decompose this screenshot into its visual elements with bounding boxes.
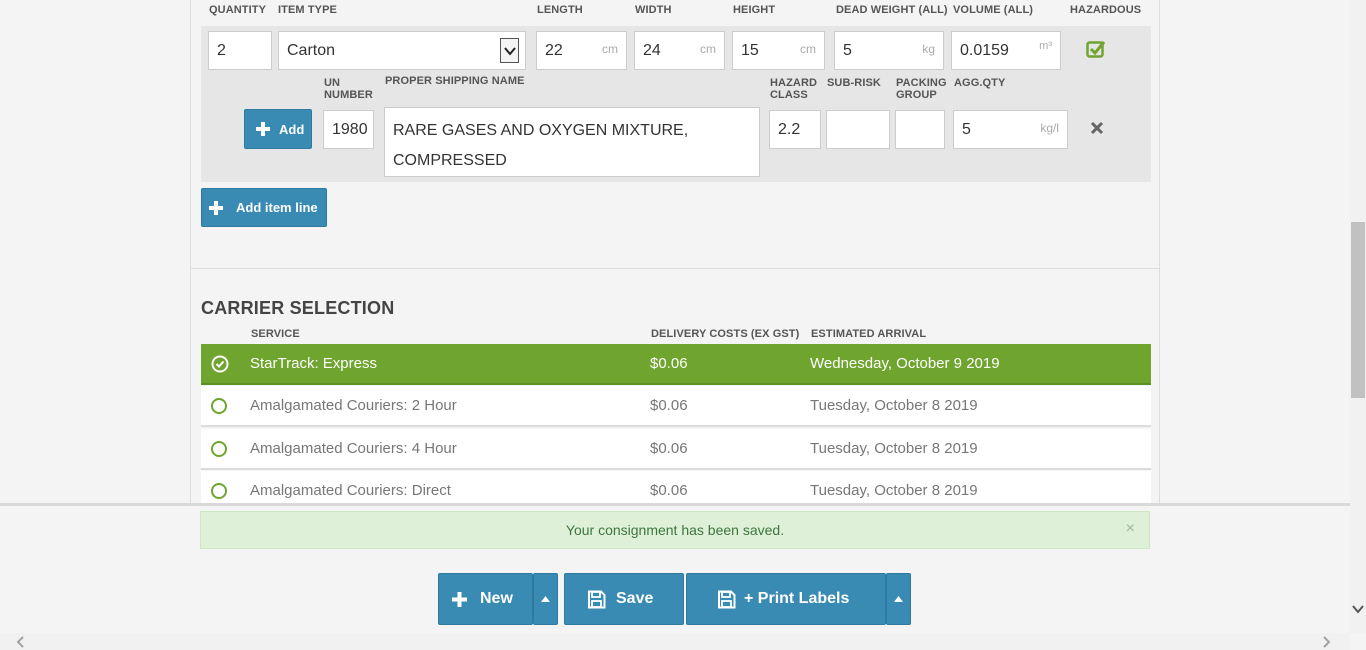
- agg-qty-header: AGG.QTY: [954, 77, 1006, 89]
- vertical-scroll-thumb[interactable]: [1351, 222, 1365, 398]
- carrier-arrival: Wednesday, October 9 2019: [810, 355, 1000, 372]
- add-item-line-button[interactable]: Add item line: [201, 188, 327, 227]
- proper-shipping-name-value: RARE GASES AND OXYGEN MIXTURE, COMPRESSE…: [393, 122, 689, 169]
- print-labels-button[interactable]: + Print Labels: [686, 573, 886, 625]
- height-unit: cm: [800, 42, 816, 56]
- horizontal-scrollbar[interactable]: [0, 633, 1350, 650]
- remove-hazard-icon[interactable]: [1090, 121, 1104, 140]
- chevron-down-icon[interactable]: [500, 38, 519, 63]
- service-header: SERVICE: [251, 328, 300, 340]
- radio-circle-icon[interactable]: [211, 441, 227, 457]
- volume-value: 0.0159: [960, 41, 1009, 59]
- alert-message: Your consignment has been saved.: [565, 522, 785, 538]
- length-header: LENGTH: [537, 4, 583, 16]
- carrier-selection-title: CARRIER SELECTION: [201, 298, 395, 318]
- check-circle-icon: [211, 355, 229, 377]
- agg-qty-unit: kg/l: [1040, 121, 1059, 135]
- dead-weight-header: DEAD WEIGHT (ALL): [836, 4, 948, 16]
- quantity-value: 2: [217, 41, 226, 59]
- height-header: HEIGHT: [733, 4, 776, 16]
- weight-unit: kg: [922, 42, 935, 56]
- volume-header: VOLUME (ALL): [953, 4, 1034, 16]
- radio-circle-icon[interactable]: [211, 483, 227, 499]
- un-number-input[interactable]: 1980: [323, 110, 374, 149]
- height-input[interactable]: 15 cm: [732, 31, 825, 70]
- new-dropdown-toggle[interactable]: [533, 573, 558, 625]
- carrier-arrival: Tuesday, October 8 2019: [810, 397, 978, 414]
- scroll-down-icon[interactable]: [1352, 603, 1364, 617]
- new-button-label: New: [480, 590, 513, 607]
- agg-qty-value: 5: [962, 120, 971, 138]
- height-value: 15: [741, 41, 759, 59]
- volume-unit: m³: [1039, 40, 1052, 52]
- add-hazard-label: Add: [279, 121, 305, 137]
- scroll-right-icon[interactable]: [1322, 636, 1331, 650]
- hazard-class-value: 2.2: [778, 120, 801, 138]
- width-header: WIDTH: [635, 4, 672, 16]
- hazard-class-header: HAZARD CLASS: [770, 77, 818, 101]
- carrier-row[interactable]: Amalgamated Couriers: 2 Hour $0.06 Tuesd…: [201, 386, 1151, 427]
- proper-shipping-name-header: PROPER SHIPPING NAME: [385, 75, 525, 87]
- print-labels-label: + Print Labels: [744, 590, 850, 607]
- volume-input[interactable]: 0.0159 m³: [951, 31, 1061, 70]
- success-alert: Your consignment has been saved. ×: [200, 511, 1150, 549]
- carrier-cost: $0.06: [650, 440, 688, 457]
- close-icon[interactable]: ×: [1126, 520, 1135, 538]
- carrier-cost: $0.06: [650, 397, 688, 414]
- sub-risk-header: SUB-RISK: [827, 77, 881, 89]
- add-hazard-button[interactable]: Add: [244, 109, 312, 149]
- packing-group-input[interactable]: [895, 110, 945, 149]
- hazardous-header: HAZARDOUS: [1070, 4, 1142, 16]
- carrier-service: Amalgamated Couriers: Direct: [250, 482, 451, 499]
- item-type-select[interactable]: Carton: [278, 31, 526, 70]
- sub-risk-input[interactable]: [826, 110, 890, 149]
- save-button[interactable]: Save: [564, 573, 684, 625]
- section-divider: [190, 268, 1160, 269]
- agg-qty-input[interactable]: 5 kg/l: [953, 110, 1068, 149]
- length-unit: cm: [602, 42, 618, 56]
- carrier-row[interactable]: Amalgamated Couriers: 4 Hour $0.06 Tuesd…: [201, 429, 1151, 470]
- width-unit: cm: [700, 42, 716, 56]
- plus-icon: [256, 122, 270, 136]
- carrier-arrival: Tuesday, October 8 2019: [810, 440, 978, 457]
- carrier-arrival: Tuesday, October 8 2019: [810, 482, 978, 499]
- width-value: 24: [643, 41, 661, 59]
- carrier-service: Amalgamated Couriers: 2 Hour: [250, 397, 457, 414]
- plus-icon: [209, 200, 223, 215]
- new-button[interactable]: New: [438, 573, 533, 625]
- add-item-line-label: Add item line: [236, 200, 318, 215]
- un-number-header: UN NUMBER: [324, 77, 373, 101]
- carrier-cost: $0.06: [650, 482, 688, 499]
- carrier-service: Amalgamated Couriers: 4 Hour: [250, 440, 457, 457]
- print-dropdown-toggle[interactable]: [886, 573, 911, 625]
- floppy-disk-icon: [718, 590, 736, 608]
- length-value: 22: [545, 41, 563, 59]
- quantity-input[interactable]: 2: [208, 31, 272, 70]
- estimated-arrival-header: ESTIMATED ARRIVAL: [811, 328, 927, 340]
- carrier-cost: $0.06: [650, 355, 688, 372]
- weight-value: 5: [843, 41, 852, 59]
- item-type-header: ITEM TYPE: [278, 4, 337, 16]
- proper-shipping-name-input[interactable]: RARE GASES AND OXYGEN MIXTURE, COMPRESSE…: [384, 107, 760, 177]
- un-number-value: 1980: [332, 120, 368, 138]
- width-input[interactable]: 24 cm: [634, 31, 725, 70]
- packing-group-header: PACKING GROUP: [896, 77, 947, 101]
- save-button-label: Save: [616, 590, 654, 607]
- carrier-row[interactable]: StarTrack: Express $0.06 Wednesday, Octo…: [201, 344, 1151, 385]
- caret-up-icon: [894, 596, 903, 602]
- hazardous-checkbox-icon[interactable]: [1086, 40, 1106, 63]
- quantity-header: QUANTITY: [209, 4, 267, 16]
- item-type-value: Carton: [287, 41, 336, 59]
- caret-up-icon: [541, 596, 550, 602]
- weight-input[interactable]: 5 kg: [834, 31, 944, 70]
- scroll-left-icon[interactable]: [16, 636, 25, 650]
- plus-icon: [452, 591, 467, 607]
- floppy-disk-icon: [588, 590, 606, 608]
- length-input[interactable]: 22 cm: [536, 31, 627, 70]
- radio-circle-icon[interactable]: [211, 398, 227, 414]
- hazard-class-input[interactable]: 2.2: [769, 110, 821, 149]
- delivery-cost-header: DELIVERY COSTS (EX GST): [651, 328, 800, 340]
- carrier-service: StarTrack: Express: [250, 355, 377, 372]
